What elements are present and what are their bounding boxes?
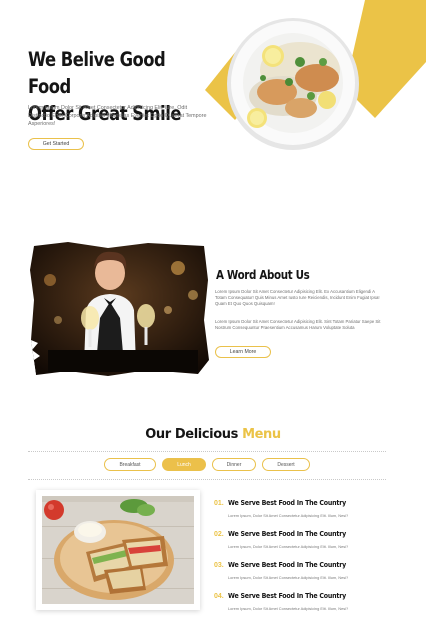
menu-item-title: We Serve Best Food In The Country	[227, 529, 346, 538]
menu-item-description: Lorem Ipsum, Dolor Sit Amet Consectetur …	[228, 575, 349, 580]
get-started-button[interactable]: Get Started	[28, 138, 84, 150]
about-paragraph-1: Lorem Ipsum Dolor Sit Amet Consectetur A…	[215, 289, 380, 306]
hero-description: Lorem Ipsum Dolor Sit Amet Consectetur A…	[28, 105, 207, 127]
menu-item-description: Lorem Ipsum, Dolor Sit Amet Consectetur …	[228, 544, 349, 549]
menu-item-number: 01.	[214, 500, 224, 507]
menu-item-number: 03.	[214, 562, 224, 569]
menu-item-description: Lorem Ipsum, Dolor Sit Amet Consectetur …	[228, 606, 349, 611]
plated-meal-image	[205, 0, 426, 150]
hero-food-image	[205, 0, 426, 175]
learn-more-button[interactable]: Learn More	[215, 346, 271, 358]
tab-breakfast[interactable]: Breakfast	[104, 458, 156, 471]
menu-item-3[interactable]: 03. We Serve Best Food In The Country Lor…	[214, 554, 394, 580]
about-paragraph-2: Lorem Ipsum Dolor Sit Amet Consectetur A…	[215, 319, 381, 330]
menu-divider-bottom	[28, 479, 386, 480]
hero-title-line1: We Belive Good Food	[28, 48, 166, 98]
menu-item-title: We Serve Best Food In The Country	[227, 591, 346, 600]
menu-title-accent: Menu	[242, 427, 281, 442]
tab-dinner[interactable]: Dinner	[212, 458, 256, 471]
menu-item-1[interactable]: 01. We Serve Best Food In The Country Lor…	[214, 492, 394, 518]
waitress-photo	[30, 242, 209, 376]
menu-item-number: 02.	[214, 531, 224, 538]
menu-title: Our Delicious Menu	[0, 427, 426, 442]
menu-item-4[interactable]: 04. We Serve Best Food In The Country Lor…	[214, 585, 394, 611]
menu-food-card	[36, 490, 200, 610]
sandwich-plate-image	[42, 496, 194, 604]
tab-lunch[interactable]: Lunch	[162, 458, 206, 471]
about-photo	[28, 240, 210, 378]
menu-item-title: We Serve Best Food In The Country	[227, 560, 346, 569]
about-title: A Word About Us	[216, 268, 310, 282]
menu-item-2[interactable]: 02. We Serve Best Food In The Country Lor…	[214, 523, 394, 549]
tab-dessert[interactable]: Dessert	[262, 458, 310, 471]
menu-title-main: Our Delicious	[145, 427, 238, 442]
menu-item-title: We Serve Best Food In The Country	[227, 498, 346, 507]
menu-item-number: 04.	[214, 593, 224, 600]
menu-item-description: Lorem Ipsum, Dolor Sit Amet Consectetur …	[228, 513, 349, 518]
menu-divider-top	[28, 451, 386, 452]
